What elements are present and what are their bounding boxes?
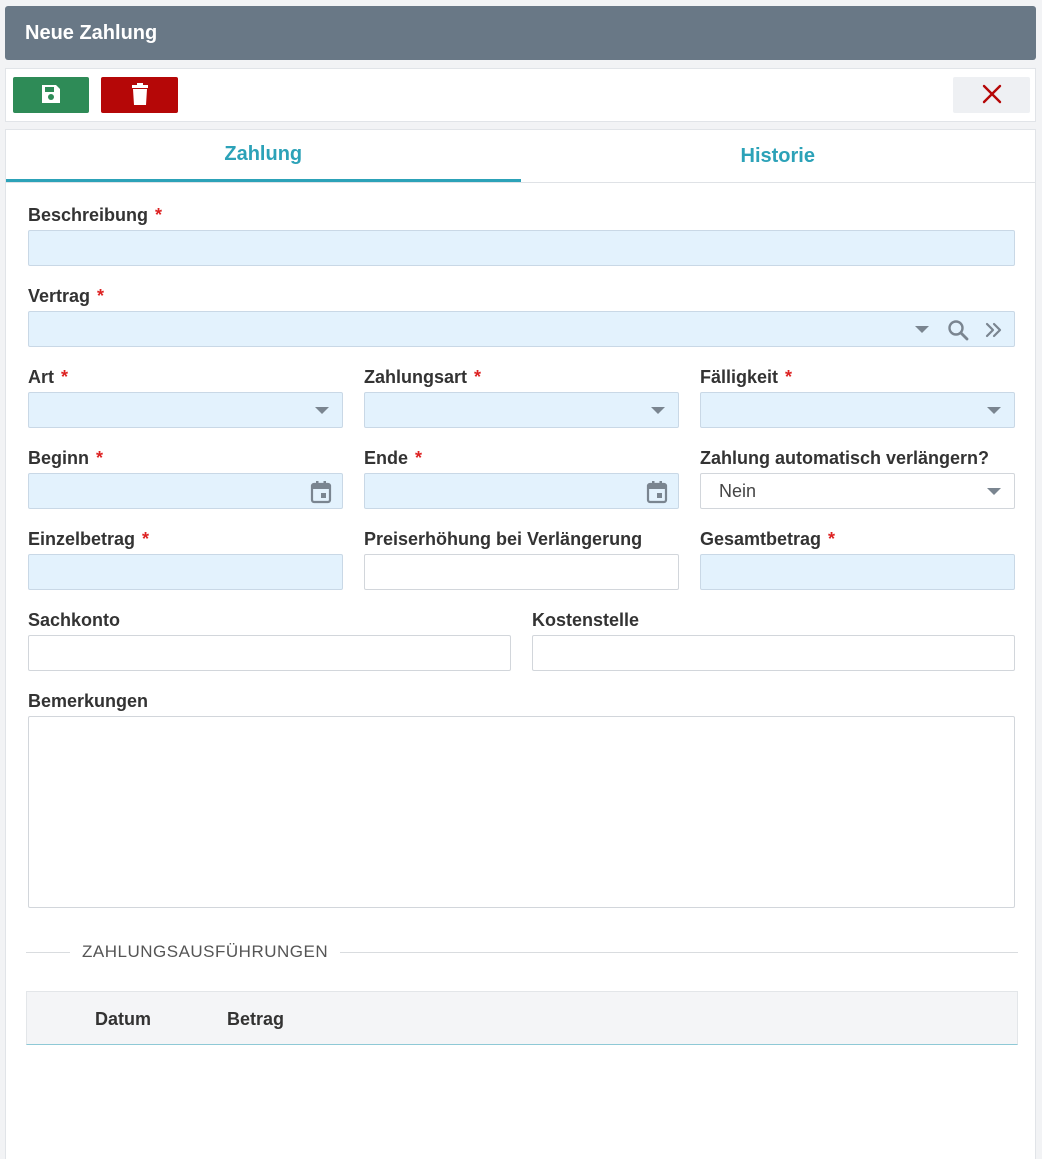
toolbar [5,68,1036,122]
window-title: Neue Zahlung [5,6,1036,60]
zahlungsart-select[interactable] [364,392,679,428]
tab-historie[interactable]: Historie [521,130,1036,182]
beschreibung-label: Beschreibung * [28,205,162,226]
sachkonto-input[interactable] [28,635,511,671]
kostenstelle-input[interactable] [532,635,1015,671]
vertrag-label: Vertrag * [28,286,104,307]
art-select[interactable] [28,392,343,428]
delete-button[interactable] [101,77,178,113]
zahlungsart-label-text: Zahlungsart [364,367,468,387]
column-header-datum[interactable]: Datum [95,1009,151,1030]
form-panel: Zahlung Historie Beschreibung * Vertrag * … [5,129,1036,1159]
gesamtbetrag-label: Gesamtbetrag * [700,529,835,550]
close-button[interactable] [953,77,1030,113]
trash-icon [130,82,150,108]
vertrag-label-text: Vertrag [28,286,91,306]
ende-datepicker[interactable] [364,473,679,509]
vertrag-select[interactable] [28,311,1015,347]
tab-bar: Zahlung Historie [6,130,1035,183]
einzelbetrag-label: Einzelbetrag * [28,529,149,550]
column-header-betrag[interactable]: Betrag [227,1009,284,1030]
sachkonto-label: Sachkonto [28,610,121,630]
art-label-text: Art [28,367,54,387]
preiserhoehung-label: Preiserhöhung bei Verlängerung [364,529,643,549]
chevron-down-icon[interactable] [987,407,1001,414]
faelligkeit-label-text: Fälligkeit [700,367,779,387]
faelligkeit-select[interactable] [700,392,1015,428]
required-marker: * [96,448,104,468]
chevron-down-icon[interactable] [987,488,1001,495]
verlaengern-value: Nein [719,480,757,501]
ende-label-text: Ende [364,448,409,468]
art-label: Art * [28,367,68,388]
bemerkungen-textarea[interactable] [28,716,1015,908]
kostenstelle-label: Kostenstelle [532,610,640,630]
required-marker: * [97,286,105,306]
table-header: Datum Betrag [26,991,1018,1045]
ende-label: Ende * [364,448,422,469]
required-marker: * [785,367,793,387]
zahlungsart-label: Zahlungsart * [364,367,481,388]
gesamtbetrag-input[interactable] [700,554,1015,590]
tab-zahlung[interactable]: Zahlung [6,130,521,182]
beginn-label-text: Beginn [28,448,89,468]
beginn-label: Beginn * [28,448,103,469]
save-button[interactable] [13,77,89,113]
verlaengern-label: Zahlung automatisch verlängern? [700,448,990,468]
beschreibung-label-text: Beschreibung [28,205,149,225]
required-marker: * [155,205,163,225]
beschreibung-input[interactable] [28,230,1015,266]
gesamtbetrag-label-text: Gesamtbetrag [700,529,822,549]
calendar-icon[interactable] [645,479,669,505]
search-icon[interactable] [945,318,971,342]
einzelbetrag-label-text: Einzelbetrag [28,529,136,549]
calendar-icon[interactable] [309,479,333,505]
close-icon [982,84,1002,107]
required-marker: * [474,367,482,387]
required-marker: * [415,448,423,468]
required-marker: * [142,529,150,549]
faelligkeit-label: Fälligkeit * [700,367,792,388]
bemerkungen-label: Bemerkungen [28,691,149,711]
required-marker: * [828,529,836,549]
einzelbetrag-input[interactable] [28,554,343,590]
section-title: ZAHLUNGSAUSFÜHRUNGEN [70,942,341,962]
chevron-down-icon[interactable] [915,326,929,333]
required-marker: * [61,367,69,387]
verlaengern-select[interactable]: Nein [700,473,1015,509]
beginn-datepicker[interactable] [28,473,343,509]
floppy-disk-icon [40,83,62,108]
chevron-down-icon[interactable] [315,407,329,414]
double-chevron-right-icon[interactable] [981,318,1007,342]
chevron-down-icon[interactable] [651,407,665,414]
preiserhoehung-input[interactable] [364,554,679,590]
